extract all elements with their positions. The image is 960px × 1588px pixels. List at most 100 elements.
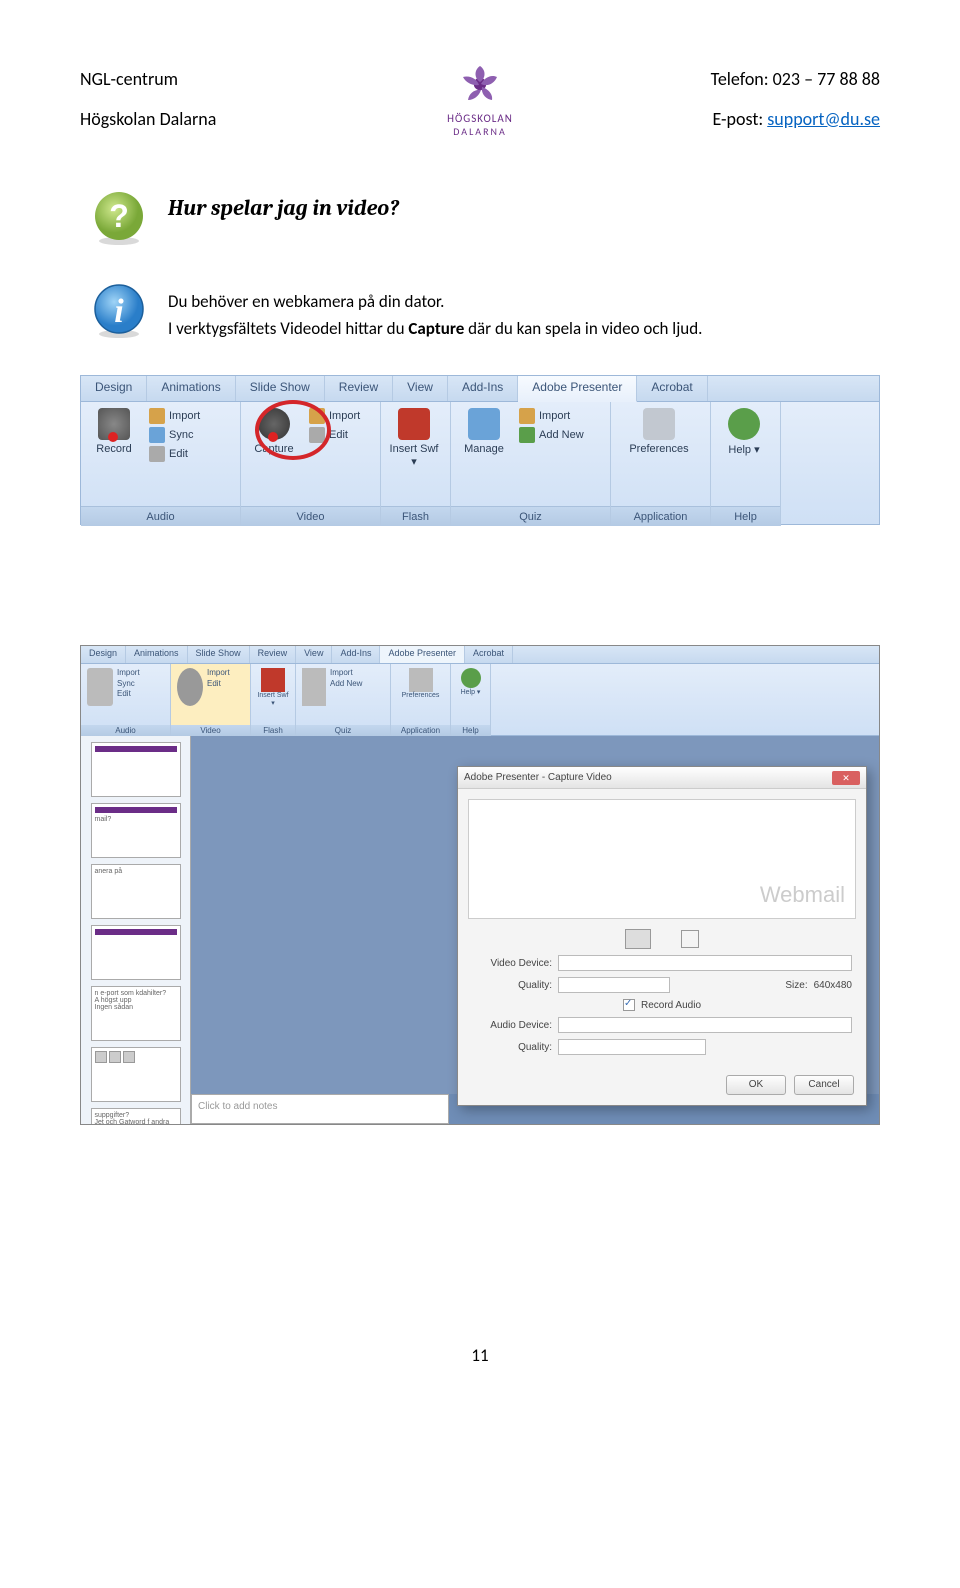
s2-tab-design[interactable]: Design [81,646,126,663]
video-device-combo[interactable] [558,955,852,971]
record-label: Record [96,443,131,455]
info-section: i Du behöver en webkamera på din dator. … [80,282,880,345]
thumb-text: Ingen sådan [95,1004,134,1011]
s2-app-label: Application [391,725,450,736]
s2-insert-swf[interactable]: Insert Swf ▾ [257,692,289,707]
cancel-button[interactable]: Cancel [794,1075,854,1095]
audio-import-button[interactable]: Import [149,408,200,424]
video-edit-button[interactable]: Edit [309,427,360,443]
s2-group-application: Preferences Application [391,664,451,736]
s2-tab-review[interactable]: Review [250,646,297,663]
help-button[interactable]: Help ▾ [719,408,769,456]
size-label: Size: [785,980,807,991]
capture-dialog-screenshot: Design Animations Slide Show Review View… [80,645,880,1125]
slide-thumb[interactable] [91,742,181,797]
quality-label: Quality: [472,980,552,991]
video-edit-label: Edit [329,429,348,441]
flower-logo-icon [456,60,504,108]
capture-button[interactable]: Capture [249,408,299,455]
slide-thumb[interactable]: anera på [91,864,181,919]
s2-preferences[interactable]: Preferences [397,692,444,699]
org-name: NGL-centrum [80,60,447,100]
support-email-link[interactable]: support@du.se [767,108,880,130]
s2-quiz-addnew[interactable]: Add New [330,679,362,689]
logo-text-1: HÖGSKOLAN [447,112,513,125]
audio-device-combo[interactable] [558,1017,852,1033]
folder-import-icon [149,408,165,424]
quiz-addnew-label: Add New [539,429,584,441]
group-application: Preferences Application [611,402,711,526]
quality-combo[interactable] [558,977,670,993]
manage-label: Manage [464,443,504,455]
tab-view[interactable]: View [393,376,448,401]
record-toggle-icon[interactable] [625,929,651,949]
pause-icon[interactable] [681,930,699,948]
group-flash: Insert Swf ▾ Flash [381,402,451,526]
audio-import-label: Import [169,410,200,422]
tab-acrobat[interactable]: Acrobat [637,376,707,401]
group-application-label: Application [611,506,710,526]
preferences-button[interactable]: Preferences [619,408,699,455]
phone-line: Telefon: 023 – 77 88 88 [513,60,880,100]
insert-swf-button[interactable]: Insert Swf ▾ [389,408,439,468]
ribbon-small: Design Animations Slide Show Review View… [81,646,879,736]
logo-text-2: DALARNA [447,125,513,138]
tab-review[interactable]: Review [325,376,393,401]
notes-pane[interactable]: Click to add notes [191,1094,449,1124]
page-number: 11 [80,1345,880,1366]
s2-quiz-import[interactable]: Import [330,668,362,678]
s2-group-flash: Insert Swf ▾Flash [251,664,296,736]
quiz-addnew-button[interactable]: Add New [519,427,584,443]
s2-audio-sync[interactable]: Sync [117,679,140,689]
tab-slideshow[interactable]: Slide Show [236,376,325,401]
s2-audio-label: Audio [81,725,170,736]
close-icon[interactable]: ✕ [832,771,860,785]
s2-help-label: Help [451,725,490,736]
record-audio-checkbox[interactable] [623,999,635,1011]
s2-audio-edit[interactable]: Edit [117,689,140,699]
help-label: Help ▾ [728,443,759,456]
svg-text:?: ? [109,198,129,234]
thumb-text: suppgifter? [95,1112,130,1119]
s2-tab-slideshow[interactable]: Slide Show [188,646,250,663]
ribbon-tabs: Design Animations Slide Show Review View… [81,376,879,402]
quiz-import-button[interactable]: Import [519,408,584,424]
slide-thumb[interactable] [91,925,181,980]
email-line: E-post: support@du.se [513,100,880,140]
video-import-button[interactable]: Import [309,408,360,424]
slide-thumb[interactable] [91,1047,181,1102]
s2-tab-adobe-presenter[interactable]: Adobe Presenter [380,646,465,663]
tab-adobe-presenter[interactable]: Adobe Presenter [518,376,637,402]
s2-audio-import[interactable]: Import [117,668,140,678]
help-icon [728,408,760,440]
thumb-text: Jet och Gatword f andra förande [95,1119,170,1124]
info-icon: i [90,282,150,345]
record-button[interactable]: Record [89,408,139,455]
s2-video-import[interactable]: Import [207,668,230,678]
tab-animations[interactable]: Animations [147,376,235,401]
info-line1: Du behöver en webkamera på din dator. [168,288,880,315]
audio-sync-button[interactable]: Sync [149,427,200,443]
audio-edit-button[interactable]: Edit [149,446,200,462]
ok-button[interactable]: OK [726,1075,786,1095]
s2-video-edit[interactable]: Edit [207,679,230,689]
slide-thumb[interactable]: suppgifter?Jet och Gatword f andra föran… [91,1108,181,1124]
slide-thumb[interactable]: mail? [91,803,181,858]
s2-tab-view[interactable]: View [296,646,332,663]
quiz-import-label: Import [539,410,570,422]
manage-quiz-button[interactable]: Manage [459,408,509,455]
group-flash-label: Flash [381,506,450,526]
tab-addins[interactable]: Add-Ins [448,376,518,401]
email-label: E-post: [712,108,767,130]
slide-thumb[interactable]: n e-port som kdahilter?A högst uppIngen … [91,986,181,1041]
s2-help[interactable]: Help ▾ [457,688,484,696]
info-line2-c: där du kan spela in video och ljud. [464,318,702,339]
s2-tab-addins[interactable]: Add-Ins [332,646,380,663]
ribbon-screenshot: Design Animations Slide Show Review View… [80,375,880,525]
audio-quality-combo[interactable] [558,1039,706,1055]
s2-tab-acrobat[interactable]: Acrobat [465,646,513,663]
thumb-text: mail? [95,816,112,823]
tab-design[interactable]: Design [81,376,147,401]
s2-tab-animations[interactable]: Animations [126,646,188,663]
s2-video-label: Video [171,725,250,736]
